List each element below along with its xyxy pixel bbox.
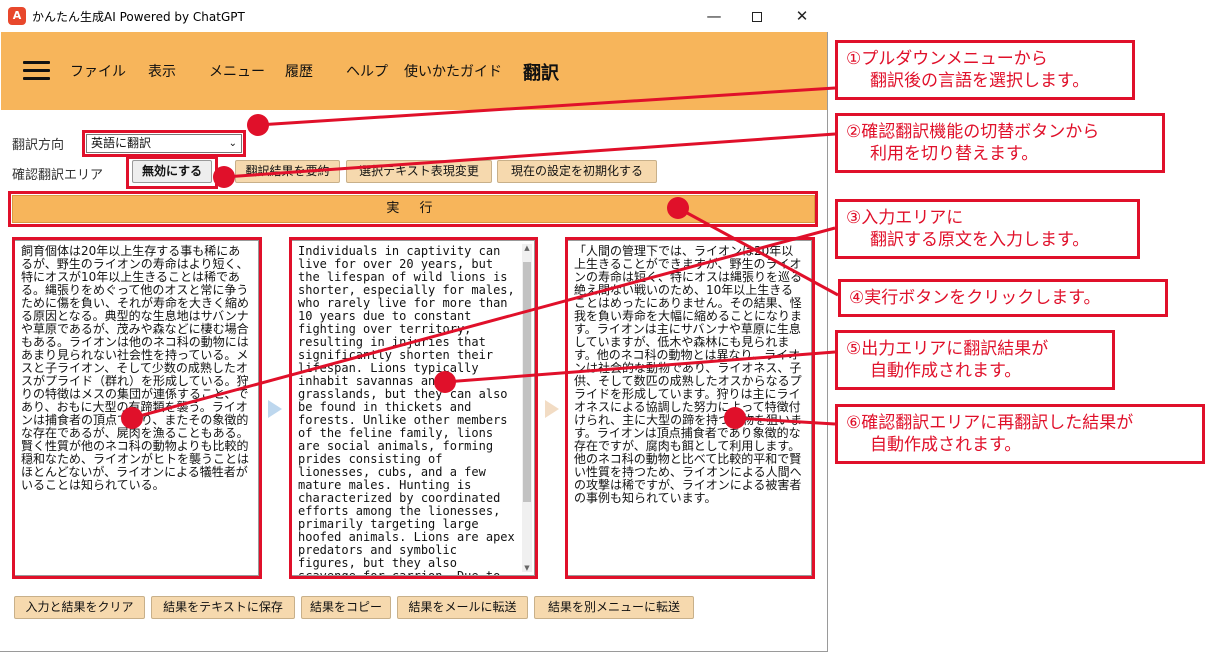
summarize-result-button[interactable]: 翻訳結果を要約 [235,160,340,183]
highlight-direction-select [82,130,246,157]
callout-5: ⑤出力エリアに翻訳結果が 自動作成されます。 [835,330,1115,390]
change-expression-button[interactable]: 選択テキスト表現変更 [346,160,492,183]
callout-3-line-1: ③入力エリアに [846,208,964,228]
menu-menu[interactable]: メニュー [209,61,265,81]
menu-usage-guide[interactable]: 使いかたガイド [404,61,502,81]
marker-dot [121,407,143,429]
callout-1-line-1: ①プルダウンメニューから [846,49,1048,69]
direction-label: 翻訳方向 [12,138,65,153]
page-title: 翻訳 [523,63,559,84]
transfer-result-button[interactable]: 結果を別メニューに転送 [534,596,694,619]
callout-1-line-2: 翻訳後の言語を選択します。 [870,71,1090,91]
callout-2-line-2: 利用を切り替えます。 [870,144,1039,164]
menu-file[interactable]: ファイル [70,61,126,81]
arrow-right-icon [545,400,559,418]
maximize-button[interactable] [737,4,777,28]
close-button[interactable]: ✕ [782,4,822,28]
marker-dot [434,371,456,393]
callout-2: ②確認翻訳機能の切替ボタンから 利用を切り替えます。 [835,113,1165,173]
callout-3: ③入力エリアに 翻訳する原文を入力します。 [835,199,1140,259]
callout-4: ④実行ボタンをクリックします。 [838,279,1168,317]
callout-5-line-2: 自動作成されます。 [870,361,1022,381]
minimize-button[interactable]: — [694,4,734,28]
menu-help[interactable]: ヘルプ [346,61,388,81]
marker-dot [724,407,746,429]
copy-result-button[interactable]: 結果をコピー [301,596,391,619]
confirm-area-label: 確認翻訳エリア [12,168,104,183]
callout-6-line-2: 自動作成されます。 [870,435,1022,455]
highlight-confirm-area [565,237,815,579]
callout-5-line-1: ⑤出力エリアに翻訳結果が [846,339,1049,359]
mail-result-button[interactable]: 結果をメールに転送 [397,596,528,619]
menu-view[interactable]: 表示 [148,61,176,81]
window-title: かんたん生成AI Powered by ChatGPT [32,10,245,24]
menu-bar: ファイル 表示 メニュー 履歴 ヘルプ 使いかたガイド 翻訳 [1,32,827,110]
callout-6-line-1: ⑥確認翻訳エリアに再翻訳した結果が [846,413,1134,433]
callout-2-line-1: ②確認翻訳機能の切替ボタンから [846,122,1100,142]
marker-dot [667,197,689,219]
callout-4-line-1: ④実行ボタンをクリックします。 [849,288,1101,308]
maximize-icon [752,11,762,22]
menu-history[interactable]: 履歴 [285,61,313,81]
callout-6: ⑥確認翻訳エリアに再翻訳した結果が 自動作成されます。 [835,404,1205,464]
marker-dot [213,166,235,188]
highlight-output-area [289,237,538,579]
title-bar: A かんたん生成AI Powered by ChatGPT — ✕ [0,0,828,32]
callout-1: ①プルダウンメニューから 翻訳後の言語を選択します。 [835,40,1135,100]
highlight-disable-button [126,156,218,189]
arrow-right-icon [268,400,282,418]
clear-button[interactable]: 入力と結果をクリア [14,596,145,619]
app-icon: A [8,7,26,25]
highlight-execute-button [8,191,818,227]
save-text-button[interactable]: 結果をテキストに保存 [151,596,295,619]
callout-3-line-2: 翻訳する原文を入力します。 [870,230,1090,250]
marker-dot [247,114,269,136]
hamburger-menu-icon[interactable] [23,61,50,81]
reset-settings-button[interactable]: 現在の設定を初期化する [497,160,657,183]
